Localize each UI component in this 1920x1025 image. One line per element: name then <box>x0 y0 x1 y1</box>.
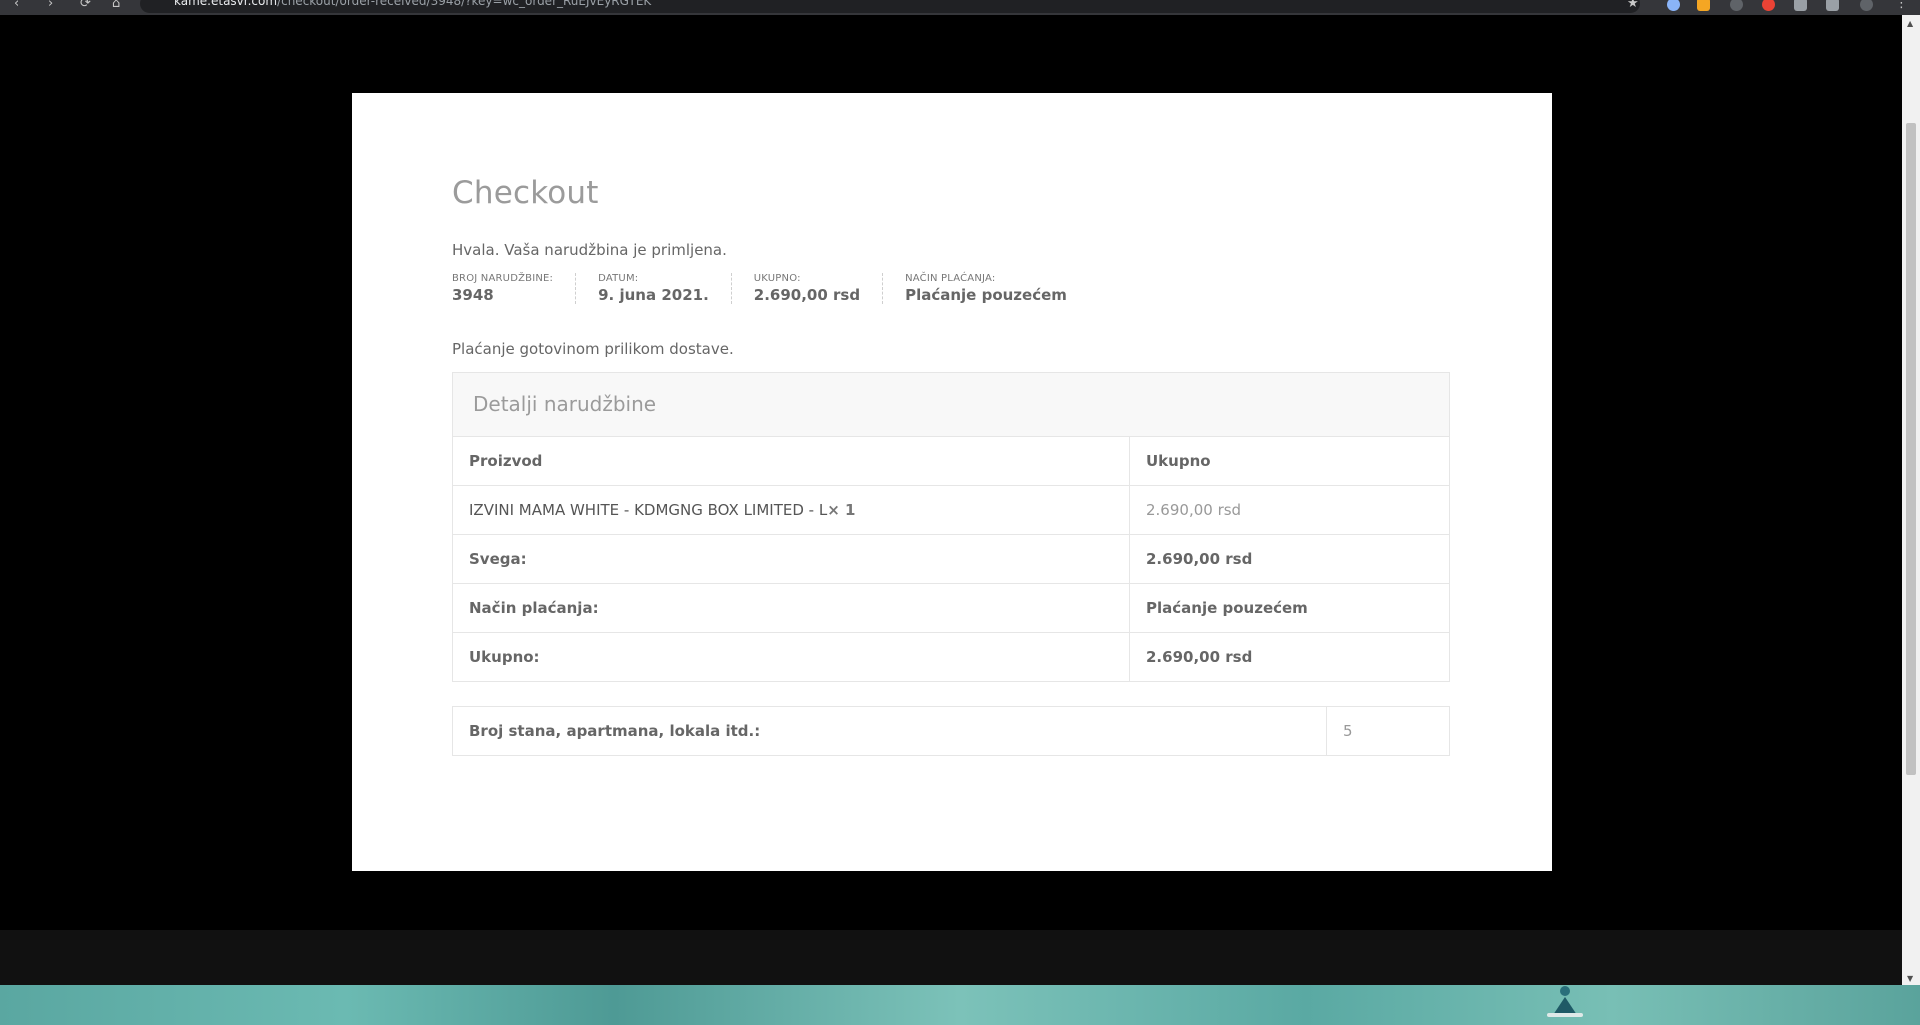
scroll-down-arrow-icon[interactable]: ▼ <box>1907 974 1913 983</box>
row-label: Ukupno: <box>453 632 1130 681</box>
apartment-number-value: 5 <box>1326 707 1449 755</box>
media-icon[interactable] <box>1826 0 1839 11</box>
overview-date: DATUM: 9. juna 2021. <box>575 273 731 304</box>
home-icon[interactable]: ⌂ <box>112 0 120 11</box>
checkout-content: Checkout Hvala. Vaša narudžbina je priml… <box>452 173 1450 756</box>
scrollbar-thumb[interactable] <box>1906 123 1916 775</box>
browser-toolbar: ‹ › ⟳ ⌂ kame.etasvr.com/checkout/order-r… <box>0 0 1920 15</box>
profile-avatar-icon[interactable] <box>1860 0 1873 11</box>
overview-label: BROJ NARUDŽBINE: <box>452 273 554 284</box>
overview-value: Plaćanje pouzećem <box>905 286 1067 304</box>
table-row: Način plaćanja: Plaćanje pouzećem <box>453 583 1449 633</box>
table-header-row: Proizvod Ukupno <box>453 437 1449 486</box>
extension-icon[interactable] <box>1762 0 1775 11</box>
table-row: IZVINI MAMA WHITE - KDMGNG BOX LIMITED -… <box>453 485 1449 535</box>
table-row: Broj stana, apartmana, lokala itd.: 5 <box>453 707 1449 755</box>
overview-label: DATUM: <box>598 273 639 284</box>
overview-label: NAČIN PLAĆANJA: <box>905 273 996 284</box>
product-quantity: × 1 <box>827 501 856 519</box>
extensions-puzzle-icon[interactable] <box>1794 0 1807 11</box>
overview-value: 3948 <box>452 286 494 304</box>
additional-fields-table: Broj stana, apartmana, lokala itd.: 5 <box>453 707 1449 755</box>
column-header-product: Proizvod <box>469 452 543 470</box>
extension-icon[interactable] <box>1730 0 1743 11</box>
overview-total: UKUPNO: 2.690,00 rsd <box>730 273 882 304</box>
kitesurfer-figure <box>1547 986 1583 1017</box>
row-value: 2.690,00 rsd <box>1129 534 1449 584</box>
overview-value: 9. juna 2021. <box>598 286 709 304</box>
url-domain: kame.etasvr.com <box>174 0 278 8</box>
footer-background-image <box>0 985 1920 1025</box>
page-scrollbar[interactable]: ▲ ▼ <box>1902 15 1920 985</box>
forward-icon[interactable]: › <box>48 0 53 11</box>
overview-order-number: BROJ NARUDŽBINE: 3948 <box>452 273 575 304</box>
order-details: Detalji narudžbine Proizvod Ukupno IZVIN… <box>452 372 1450 682</box>
extension-icon[interactable] <box>1697 0 1710 11</box>
row-label: Način plaćanja: <box>453 583 1130 633</box>
extension-icon[interactable] <box>1667 0 1680 11</box>
row-value: Plaćanje pouzećem <box>1129 583 1449 633</box>
row-value: 2.690,00 rsd <box>1129 632 1449 681</box>
product-total: 2.690,00 rsd <box>1129 485 1449 535</box>
footer-band <box>0 930 1902 985</box>
order-details-table: Proizvod Ukupno IZVINI MAMA WHITE - KDMG… <box>453 437 1449 681</box>
column-header-total: Ukupno <box>1129 437 1449 486</box>
scroll-up-arrow-icon[interactable]: ▲ <box>1907 19 1913 28</box>
bookmark-star-icon[interactable]: ★ <box>1627 0 1639 11</box>
apartment-number-label: Broj stana, apartmana, lokala itd.: <box>469 722 761 740</box>
back-icon[interactable]: ‹ <box>14 0 19 11</box>
table-row: Ukupno: 2.690,00 rsd <box>453 632 1449 681</box>
thank-you-message: Hvala. Vaša narudžbina je primljena. <box>452 241 727 259</box>
menu-dots-icon[interactable]: ⋮ <box>1895 0 1908 11</box>
overview-payment-method: NAČIN PLAĆANJA: Plaćanje pouzećem <box>882 273 1089 304</box>
overview-value: 2.690,00 rsd <box>753 286 861 304</box>
row-label: Svega: <box>453 534 1130 584</box>
overview-label: UKUPNO: <box>753 273 801 284</box>
order-overview: BROJ NARUDŽBINE: 3948 DATUM: 9. juna 202… <box>452 273 1450 304</box>
url-path: /checkout/order-received/3948/?key=wc_or… <box>277 0 652 8</box>
page-title: Checkout <box>452 175 599 211</box>
table-row: Svega: 2.690,00 rsd <box>453 534 1449 584</box>
checkout-card: Checkout Hvala. Vaša narudžbina je priml… <box>352 93 1552 871</box>
additional-fields: Broj stana, apartmana, lokala itd.: 5 <box>452 706 1450 756</box>
product-link[interactable]: IZVINI MAMA WHITE - KDMGNG BOX LIMITED -… <box>469 501 827 519</box>
product-cell: IZVINI MAMA WHITE - KDMGNG BOX LIMITED -… <box>453 485 1130 535</box>
reload-icon[interactable]: ⟳ <box>80 0 91 11</box>
address-bar[interactable]: kame.etasvr.com/checkout/order-received/… <box>140 0 1640 13</box>
order-details-heading: Detalji narudžbine <box>453 373 1449 437</box>
payment-note: Plaćanje gotovinom prilikom dostave. <box>452 340 734 358</box>
